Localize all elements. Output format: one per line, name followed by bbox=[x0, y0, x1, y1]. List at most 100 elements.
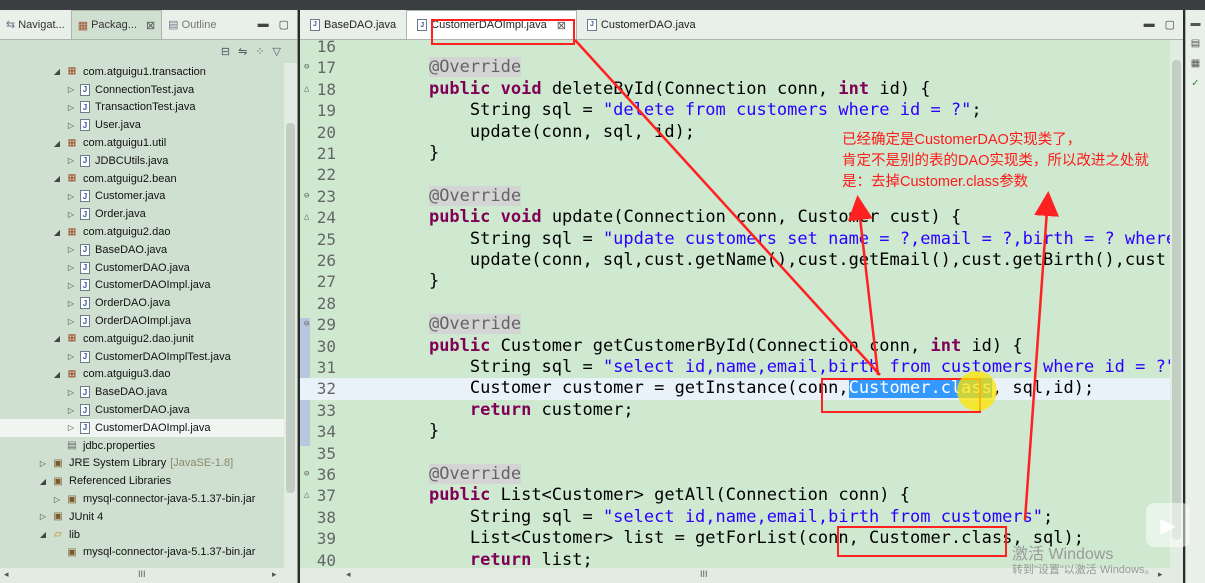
collapsed-arrow-icon[interactable]: ▷ bbox=[66, 156, 76, 165]
code-line[interactable]: 32 Customer customer = getInstance(conn,… bbox=[300, 378, 1170, 400]
collapsed-arrow-icon[interactable]: ▷ bbox=[66, 245, 76, 254]
code-line[interactable]: 35 bbox=[300, 443, 1170, 464]
code-line[interactable]: 27 } bbox=[300, 271, 1170, 292]
scrollbar-thumb[interactable] bbox=[286, 123, 295, 493]
code-line[interactable]: △ 24 public void update(Connection conn, … bbox=[300, 207, 1170, 228]
expanded-arrow-icon[interactable]: ◢ bbox=[52, 370, 62, 379]
tree-item[interactable]: ▷ J ConnectionTest.java bbox=[0, 81, 284, 99]
expanded-arrow-icon[interactable]: ◢ bbox=[52, 174, 62, 183]
collapsed-arrow-icon[interactable]: ▷ bbox=[66, 299, 76, 308]
video-play-button[interactable]: ▶ bbox=[1146, 503, 1190, 547]
tree-item[interactable]: ▷ J TransactionTest.java bbox=[0, 99, 284, 117]
outline-view-icon[interactable]: ▦ bbox=[1190, 58, 1202, 70]
fold-marker-icon[interactable]: ⊖ bbox=[304, 464, 309, 485]
code-line[interactable]: 25 String sql = "update customers set na… bbox=[300, 229, 1170, 250]
collapsed-arrow-icon[interactable]: ▷ bbox=[66, 121, 76, 130]
collapsed-arrow-icon[interactable]: ▷ bbox=[66, 210, 76, 219]
code-line[interactable]: ⊖ 36 @Override bbox=[300, 464, 1170, 485]
fold-marker-icon[interactable]: △ bbox=[304, 207, 309, 228]
tree-item[interactable]: ▷ J BaseDAO.java bbox=[0, 241, 284, 259]
collapsed-arrow-icon[interactable]: ▷ bbox=[66, 103, 76, 112]
code-line[interactable]: ⊖ 17 @Override bbox=[300, 57, 1170, 78]
tree-item[interactable]: ▷ J JDBCUtils.java bbox=[0, 152, 284, 170]
tab-package-explorer[interactable]: ▦ Packag... ⊠ bbox=[70, 10, 163, 39]
tree-item[interactable]: ▷ J Customer.java bbox=[0, 188, 284, 206]
tree-item[interactable]: ◢ ▣ Referenced Libraries bbox=[0, 472, 284, 490]
collapsed-arrow-icon[interactable]: ▷ bbox=[66, 85, 76, 94]
tree-item[interactable]: ▷ J CustomerDAO.java bbox=[0, 401, 284, 419]
fold-marker-icon[interactable]: △ bbox=[304, 79, 309, 100]
task-list-icon[interactable]: ▤ bbox=[1190, 38, 1202, 50]
checklist-icon[interactable]: ✓ bbox=[1190, 78, 1202, 90]
tree-item[interactable]: ◢ ⊞ com.atguigu2.bean bbox=[0, 170, 284, 188]
code-line[interactable]: 19 String sql = "delete from customers w… bbox=[300, 100, 1170, 121]
tree-item[interactable]: ▣ mysql-connector-java-5.1.37-bin.jar bbox=[0, 544, 284, 562]
expanded-arrow-icon[interactable]: ◢ bbox=[52, 228, 62, 237]
code-line[interactable]: 38 String sql = "select id,name,email,bi… bbox=[300, 507, 1170, 528]
fold-marker-icon[interactable]: ⊖ bbox=[304, 186, 309, 207]
collapsed-arrow-icon[interactable]: ▷ bbox=[66, 317, 76, 326]
minimize-icon[interactable]: ▬ bbox=[1190, 18, 1202, 30]
maximize-icon[interactable]: ▢ bbox=[1165, 18, 1175, 31]
collapsed-arrow-icon[interactable]: ▷ bbox=[52, 495, 62, 504]
tree-item[interactable]: ▷ ▣ JRE System Library [JavaSE-1.8] bbox=[0, 455, 284, 473]
expanded-arrow-icon[interactable]: ◢ bbox=[38, 530, 48, 539]
close-icon[interactable]: ⊠ bbox=[146, 19, 155, 32]
fold-marker-icon[interactable]: △ bbox=[304, 485, 309, 506]
expanded-arrow-icon[interactable]: ◢ bbox=[38, 477, 48, 486]
tree-item[interactable]: ▷ ▣ mysql-connector-java-5.1.37-bin.jar bbox=[0, 490, 284, 508]
fold-marker-icon[interactable]: ⊖ bbox=[304, 57, 309, 78]
collapsed-arrow-icon[interactable]: ▷ bbox=[66, 192, 76, 201]
collapsed-arrow-icon[interactable]: ▷ bbox=[38, 512, 48, 521]
scroll-right-icon[interactable]: ▸ bbox=[272, 569, 277, 580]
collapsed-arrow-icon[interactable]: ▷ bbox=[38, 459, 48, 468]
tree-item[interactable]: ▷ J User.java bbox=[0, 116, 284, 134]
left-pane-vertical-scrollbar[interactable] bbox=[284, 63, 297, 568]
code-line[interactable]: 28 bbox=[300, 293, 1170, 314]
tree-item[interactable]: ◢ ⊞ com.atguigu2.dao.junit bbox=[0, 330, 284, 348]
collapsed-arrow-icon[interactable]: ▷ bbox=[66, 352, 76, 361]
tab-navigator[interactable]: ⇆ Navigat... bbox=[0, 10, 71, 39]
code-line[interactable]: △ 37 public List<Customer> getAll(Connect… bbox=[300, 485, 1170, 506]
collapse-all-icon[interactable]: ⊟ bbox=[221, 45, 230, 58]
scroll-left-icon[interactable]: ◂ bbox=[4, 569, 9, 580]
tree-item[interactable]: ▷ J CustomerDAOImpl.java bbox=[0, 277, 284, 295]
tab-customerdao-java[interactable]: J CustomerDAO.java bbox=[577, 10, 706, 39]
tree-item[interactable]: ▷ ▣ JUnit 4 bbox=[0, 508, 284, 526]
code-area[interactable]: 16 ⊖ 17 @Override △ 18 public void deleteByI… bbox=[300, 40, 1170, 568]
tree-item[interactable]: ▷ J CustomerDAO.java bbox=[0, 259, 284, 277]
tree-item[interactable]: ◢ ⊞ com.atguigu1.transaction bbox=[0, 63, 284, 81]
tab-basedao-java[interactable]: J BaseDAO.java bbox=[300, 10, 406, 39]
tree-item[interactable]: ◢ ⊞ com.atguigu3.dao bbox=[0, 366, 284, 384]
focus-icon[interactable]: ⁘ bbox=[255, 45, 264, 58]
expanded-arrow-icon[interactable]: ◢ bbox=[52, 67, 62, 76]
view-menu-icon[interactable]: ▽ bbox=[273, 45, 281, 58]
scroll-left-icon[interactable]: ◂ bbox=[346, 569, 351, 580]
collapsed-arrow-icon[interactable]: ▷ bbox=[66, 281, 76, 290]
code-line[interactable]: △ 18 public void deleteById(Connection co… bbox=[300, 79, 1170, 100]
collapsed-arrow-icon[interactable]: ▷ bbox=[66, 263, 76, 272]
tree-item[interactable]: ◢ ⊞ com.atguigu1.util bbox=[0, 134, 284, 152]
code-line[interactable]: 26 update(conn, sql,cust.getName(),cust.… bbox=[300, 250, 1170, 271]
tree-item[interactable]: ▤ jdbc.properties bbox=[0, 437, 284, 455]
expanded-arrow-icon[interactable]: ◢ bbox=[52, 139, 62, 148]
tree-item[interactable]: ◢ ⊞ com.atguigu2.dao bbox=[0, 223, 284, 241]
expanded-arrow-icon[interactable]: ◢ bbox=[52, 334, 62, 343]
link-with-editor-icon[interactable]: ⇋ bbox=[238, 45, 247, 58]
tree-item[interactable]: ◢ ▱ lib bbox=[0, 526, 284, 544]
maximize-icon[interactable]: ▢ bbox=[279, 18, 289, 31]
editor-vertical-scrollbar[interactable] bbox=[1170, 40, 1183, 568]
fold-marker-icon[interactable]: ⊖ bbox=[304, 314, 309, 335]
scroll-right-icon[interactable]: ▸ bbox=[1158, 569, 1163, 580]
tree-item[interactable]: ▷ J OrderDAO.java bbox=[0, 294, 284, 312]
minimize-icon[interactable]: ▬ bbox=[258, 18, 269, 31]
code-line[interactable]: 34 } bbox=[300, 421, 1170, 442]
tree-item[interactable]: ▷ J CustomerDAOImplTest.java bbox=[0, 348, 284, 366]
tree-item[interactable]: ▷ J CustomerDAOImpl.java bbox=[0, 418, 284, 437]
collapsed-arrow-icon[interactable]: ▷ bbox=[66, 423, 76, 432]
code-line[interactable]: 33 return customer; bbox=[300, 400, 1170, 421]
minimize-icon[interactable]: ▬ bbox=[1144, 18, 1155, 31]
left-pane-horizontal-scrollbar[interactable]: ◂ III ▸ bbox=[0, 568, 297, 583]
tree-item[interactable]: ▷ J BaseDAO.java bbox=[0, 383, 284, 401]
code-line[interactable]: 30 public Customer getCustomerById(Conne… bbox=[300, 336, 1170, 357]
